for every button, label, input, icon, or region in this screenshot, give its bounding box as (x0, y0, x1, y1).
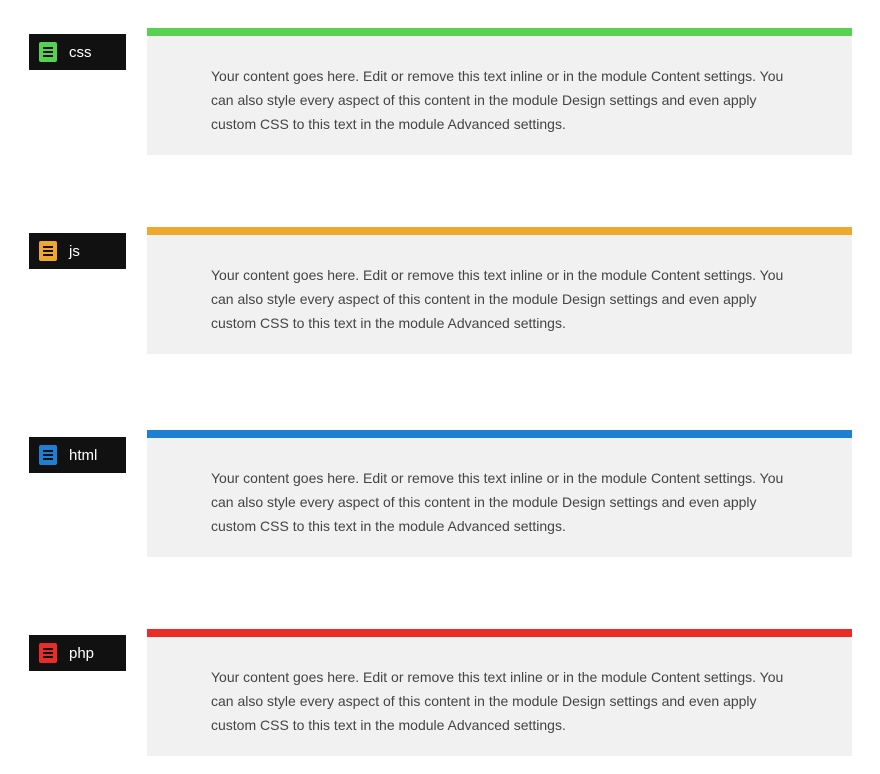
content-card-js: Your content goes here. Edit or remove t… (147, 227, 852, 354)
tag-label-js: js (69, 243, 80, 260)
content-text-html: Your content goes here. Edit or remove t… (147, 438, 852, 538)
content-card-html: Your content goes here. Edit or remove t… (147, 430, 852, 557)
tag-label-php: php (69, 645, 94, 662)
tag-css: css (29, 34, 126, 70)
accent-bar-css (147, 28, 852, 36)
content-card-css: Your content goes here. Edit or remove t… (147, 28, 852, 155)
document-icon (39, 241, 57, 261)
document-icon (39, 445, 57, 465)
tag-php: php (29, 635, 126, 671)
document-icon (39, 42, 57, 62)
tag-html: html (29, 437, 126, 473)
accent-bar-html (147, 430, 852, 438)
tag-label-css: css (69, 44, 92, 61)
accent-bar-js (147, 227, 852, 235)
tag-label-html: html (69, 447, 97, 464)
accent-bar-php (147, 629, 852, 637)
content-text-php: Your content goes here. Edit or remove t… (147, 637, 852, 737)
content-text-css: Your content goes here. Edit or remove t… (147, 36, 852, 136)
document-icon (39, 643, 57, 663)
content-text-js: Your content goes here. Edit or remove t… (147, 235, 852, 335)
content-card-php: Your content goes here. Edit or remove t… (147, 629, 852, 756)
tag-js: js (29, 233, 126, 269)
